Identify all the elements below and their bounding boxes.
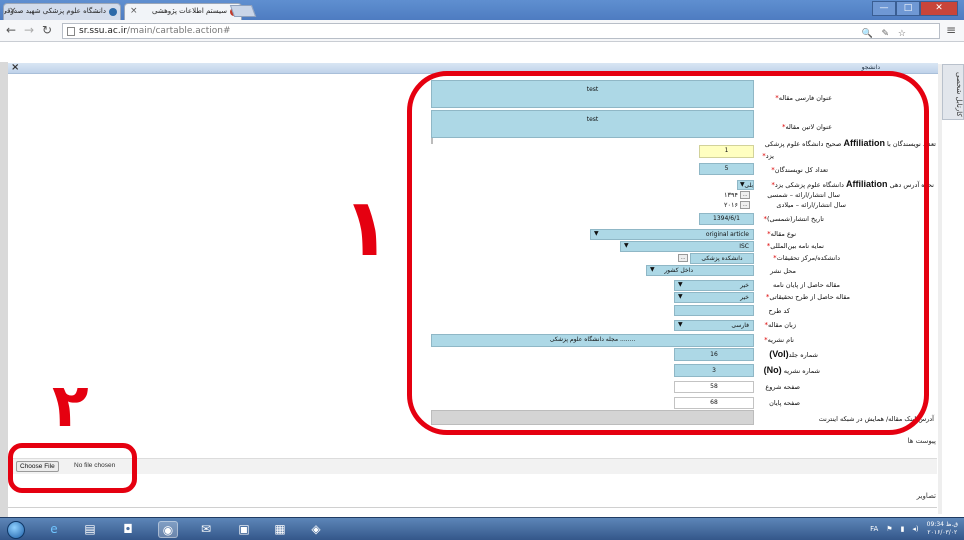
start-button[interactable] xyxy=(7,521,25,539)
close-window-button[interactable]: ✕ xyxy=(920,1,958,16)
annotation-number-one: ۱ xyxy=(342,181,391,274)
annotation-box-form xyxy=(407,71,929,435)
left-scroll-strip[interactable] xyxy=(0,62,8,517)
file-upload-row xyxy=(8,458,937,474)
annotation-box-upload xyxy=(8,443,137,493)
photo-icon[interactable]: ▣ xyxy=(234,521,254,538)
windows-taskbar: e ▤ ◘ ◉ ✉ ▣ ▦ ◈ FA ⚑ ▮ ◂) 09:34 ق.ظ ۲۰۱۶… xyxy=(0,517,964,540)
annotation-number-two: ۲ xyxy=(52,371,89,441)
maximize-button[interactable]: □ xyxy=(896,1,920,16)
tab-title: سیستم اطلاعات پژوهشی xyxy=(152,7,227,15)
mail-icon[interactable]: ✉ xyxy=(196,521,216,538)
browser-tab-ssu[interactable]: × دانشگاه علوم پزشکی شهید صدوقی xyxy=(3,3,121,20)
browser-tab-strip: × دانشگاه علوم پزشکی شهید صدوقی × سیستم … xyxy=(0,0,964,20)
system-tray: FA ⚑ ▮ ◂) 09:34 ق.ظ ۲۰۱۶/۰۳/۰۲ xyxy=(870,521,958,537)
flag-icon[interactable]: ⚑ xyxy=(886,525,892,533)
tab-close-icon[interactable]: × xyxy=(130,6,138,16)
network-icon[interactable]: ▮ xyxy=(901,525,905,533)
panel-header-tab[interactable]: دانشجو xyxy=(862,64,880,71)
clock-time: 09:34 ق.ظ xyxy=(926,521,958,528)
address-bar[interactable]: sr.ssu.ac.ir/main/cartable.action# 🔍 ✎ ☆ xyxy=(62,23,940,39)
omnibox-action-icons[interactable]: 🔍 ✎ ☆ xyxy=(861,29,909,39)
browser-tab-research[interactable]: × سیستم اطلاعات پژوهشی xyxy=(124,3,242,20)
new-tab-button[interactable] xyxy=(229,5,257,17)
clock-date: ۲۰۱۶/۰۳/۰۲ xyxy=(927,529,958,536)
panel-close-icon[interactable]: × xyxy=(11,62,19,73)
university-favicon-icon xyxy=(109,8,117,16)
page-icon xyxy=(67,27,75,36)
bookmark-band xyxy=(0,42,964,62)
ie-icon[interactable]: e xyxy=(44,521,64,538)
images-section-title: تصاویر xyxy=(916,492,936,500)
right-scrollbar[interactable] xyxy=(938,64,942,514)
browser-toolbar: ← → ↻ sr.ssu.ac.ir/main/cartable.action#… xyxy=(0,20,964,42)
tab-title: دانشگاه علوم پزشکی شهید صدوقی xyxy=(3,7,106,15)
app-icon[interactable]: ◘ xyxy=(118,521,138,538)
reload-icon[interactable]: ↻ xyxy=(42,23,52,37)
minimize-button[interactable]: — xyxy=(872,1,896,16)
url-host: sr.ssu.ac.ir xyxy=(79,26,127,36)
language-indicator[interactable]: FA xyxy=(870,525,878,533)
tab-close-icon[interactable]: × xyxy=(9,6,17,16)
url-path: /main/cartable.action# xyxy=(126,26,231,36)
back-arrow-icon[interactable]: ← xyxy=(6,23,16,37)
attachments-title: پیوست ها xyxy=(907,437,936,445)
cartable-side-tab[interactable]: کارتابل شخصی xyxy=(942,64,964,120)
divider xyxy=(8,507,937,508)
window-controls: — □ ✕ xyxy=(872,1,958,17)
tool-icon[interactable]: ◈ xyxy=(306,521,326,538)
folder-icon[interactable]: ▤ xyxy=(80,521,100,538)
volume-icon[interactable]: ◂) xyxy=(912,525,918,533)
chrome-menu-icon[interactable]: ≡ xyxy=(946,23,956,37)
notes-icon[interactable]: ▦ xyxy=(270,521,290,538)
forward-arrow-icon[interactable]: → xyxy=(24,23,34,37)
screen: { "browser": { "tabs": [ {"title": "دانش… xyxy=(0,0,964,540)
clock[interactable]: 09:34 ق.ظ ۲۰۱۶/۰۳/۰۲ xyxy=(927,521,958,537)
chrome-icon[interactable]: ◉ xyxy=(158,521,178,538)
